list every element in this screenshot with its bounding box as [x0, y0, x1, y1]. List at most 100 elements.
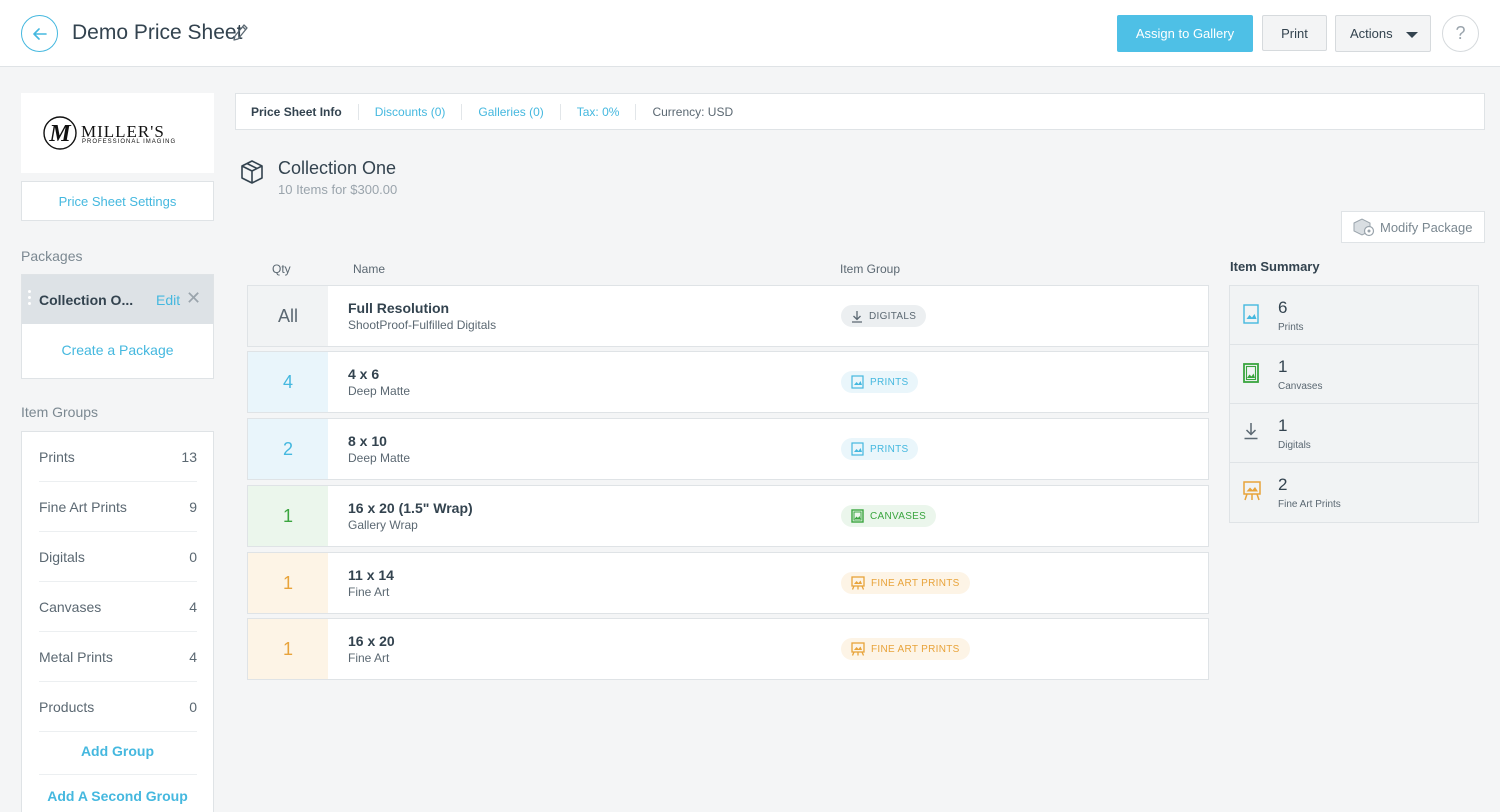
item-group-badge: DIGITALS	[841, 305, 927, 327]
qty-cell: 2	[248, 419, 328, 479]
add-second-group-link[interactable]: Add A Second Group	[22, 788, 213, 804]
item-group-label: Products	[39, 698, 95, 715]
table-row[interactable]: 2 8 x 10 Deep Matte PRINTS	[247, 418, 1209, 480]
summary-item-prints: 6 Prints	[1230, 286, 1478, 345]
item-group-count: 0	[189, 548, 197, 565]
canvas-icon	[851, 509, 864, 523]
package-gear-icon	[1353, 218, 1375, 237]
qty-cell: 1	[248, 486, 328, 546]
summary-label: Prints	[1278, 322, 1304, 333]
close-icon[interactable]: ✕	[186, 288, 201, 309]
summary-label: Canvases	[1278, 381, 1323, 392]
item-group-badge: PRINTS	[841, 438, 919, 460]
tab-tax[interactable]: Tax: 0%	[561, 103, 637, 120]
item-group-badge: CANVASES	[841, 505, 937, 527]
qty-cell: 1	[248, 619, 328, 679]
tab-discounts[interactable]: Discounts (0)	[359, 103, 463, 120]
top-bar: Demo Price Sheet Assign to Gallery Print…	[0, 0, 1500, 67]
item-group-badge-label: FINE ART PRINTS	[871, 643, 960, 655]
print-icon	[1243, 304, 1259, 324]
canvas-icon	[1243, 363, 1259, 383]
item-group-count: 4	[189, 648, 197, 665]
pencil-icon[interactable]	[233, 23, 249, 43]
actions-label: Actions	[1350, 26, 1393, 41]
modify-package-button[interactable]: Modify Package	[1341, 211, 1485, 243]
actions-dropdown[interactable]: Actions	[1335, 15, 1431, 52]
package-item-collection-one[interactable]: Collection O... Edit ✕	[22, 275, 213, 324]
table-row[interactable]: 1 11 x 14 Fine Art FINE ART PRINTS	[247, 552, 1209, 614]
item-group-badge-label: PRINTS	[870, 443, 909, 455]
print-icon	[851, 442, 864, 456]
easel-icon	[851, 642, 865, 656]
download-icon	[1244, 423, 1258, 440]
tab-galleries[interactable]: Galleries (0)	[462, 103, 561, 120]
summary-label: Fine Art Prints	[1278, 499, 1341, 510]
packages-heading: Packages	[21, 248, 83, 264]
item-group-badge-label: CANVASES	[870, 510, 927, 522]
price-sheet-settings-button[interactable]: Price Sheet Settings	[21, 181, 214, 221]
item-group-fine-art-prints[interactable]: Fine Art Prints 9	[39, 482, 197, 532]
package-name: Collection O...	[39, 292, 134, 308]
easel-icon	[851, 576, 865, 590]
box-icon	[241, 160, 263, 184]
item-group-count: 0	[189, 698, 197, 715]
item-group-badge: FINE ART PRINTS	[841, 572, 970, 594]
drag-handle-icon[interactable]	[28, 290, 32, 310]
item-group-count: 13	[181, 448, 197, 465]
help-button[interactable]: ?	[1442, 15, 1479, 52]
item-description: Fine Art	[348, 585, 390, 599]
back-button[interactable]	[21, 15, 58, 52]
assign-to-gallery-button[interactable]: Assign to Gallery	[1117, 15, 1253, 52]
collection-subtitle: 10 Items for $300.00	[278, 182, 398, 197]
item-group-metal-prints[interactable]: Metal Prints 4	[39, 632, 197, 682]
price-sheet-tabs: Price Sheet Info Discounts (0) Galleries…	[235, 93, 1485, 130]
item-group-label: Prints	[39, 448, 75, 465]
qty-cell: All	[248, 286, 328, 346]
item-group-label: Fine Art Prints	[39, 498, 127, 515]
item-group-count: 4	[189, 598, 197, 615]
item-groups-heading: Item Groups	[21, 404, 99, 420]
column-header-item-group: Item Group	[840, 262, 901, 276]
item-description: Gallery Wrap	[348, 518, 418, 532]
item-description: Deep Matte	[348, 384, 411, 398]
packages-panel: Collection O... Edit ✕ Create a Package	[21, 274, 214, 379]
svg-text:M: M	[48, 121, 72, 147]
item-group-badge-label: PRINTS	[870, 376, 909, 388]
item-group-count: 9	[189, 498, 197, 515]
table-row[interactable]: 1 16 x 20 (1.5" Wrap) Gallery Wrap CANVA…	[247, 485, 1209, 547]
item-description: Deep Matte	[348, 451, 411, 465]
table-row[interactable]: All Full Resolution ShootProof-Fulfilled…	[247, 285, 1209, 347]
item-group-badge-label: DIGITALS	[869, 310, 917, 322]
column-header-qty: Qty	[272, 262, 291, 276]
item-group-label: Metal Prints	[39, 648, 113, 665]
chevron-down-icon	[1406, 32, 1418, 38]
item-summary-title: Item Summary	[1230, 259, 1320, 274]
collection-title: Collection One	[278, 158, 397, 178]
tab-price-sheet-info[interactable]: Price Sheet Info	[251, 103, 359, 120]
table-row[interactable]: 4 4 x 6 Deep Matte PRINTS	[247, 351, 1209, 413]
print-button[interactable]: Print	[1262, 15, 1327, 51]
create-package-link[interactable]: Create a Package	[22, 342, 213, 358]
item-name: 11 x 14	[348, 567, 394, 583]
item-description: ShootProof-Fulfilled Digitals	[348, 318, 497, 332]
item-group-badge: PRINTS	[841, 371, 919, 393]
summary-count: 6	[1278, 298, 1288, 317]
edit-package-link[interactable]: Edit	[156, 292, 180, 308]
summary-item-canvases: 1 Canvases	[1230, 345, 1478, 404]
summary-item-digitals: 1 Digitals	[1230, 404, 1478, 463]
logo-tagline: PROFESSIONAL IMAGING	[82, 139, 177, 145]
item-group-prints[interactable]: Prints 13	[39, 432, 197, 482]
table-row[interactable]: 1 16 x 20 Fine Art FINE ART PRINTS	[247, 618, 1209, 680]
item-group-products[interactable]: Products 0	[39, 682, 197, 732]
item-group-digitals[interactable]: Digitals 0	[39, 532, 197, 582]
item-summary-panel: 6 Prints 1 Canvases 1 Digitals 2 Fine Ar…	[1229, 285, 1479, 523]
item-group-canvases[interactable]: Canvases 4	[39, 582, 197, 632]
item-name: 16 x 20	[348, 633, 395, 649]
logo-monogram-icon: M	[43, 116, 77, 150]
tab-currency: Currency: USD	[652, 104, 734, 119]
modify-package-label: Modify Package	[1380, 219, 1473, 235]
easel-icon	[1243, 481, 1261, 501]
summary-count: 1	[1278, 416, 1288, 435]
item-name: 8 x 10	[348, 433, 387, 449]
brand-logo: M MILLER'S PROFESSIONAL IMAGING	[21, 93, 214, 173]
